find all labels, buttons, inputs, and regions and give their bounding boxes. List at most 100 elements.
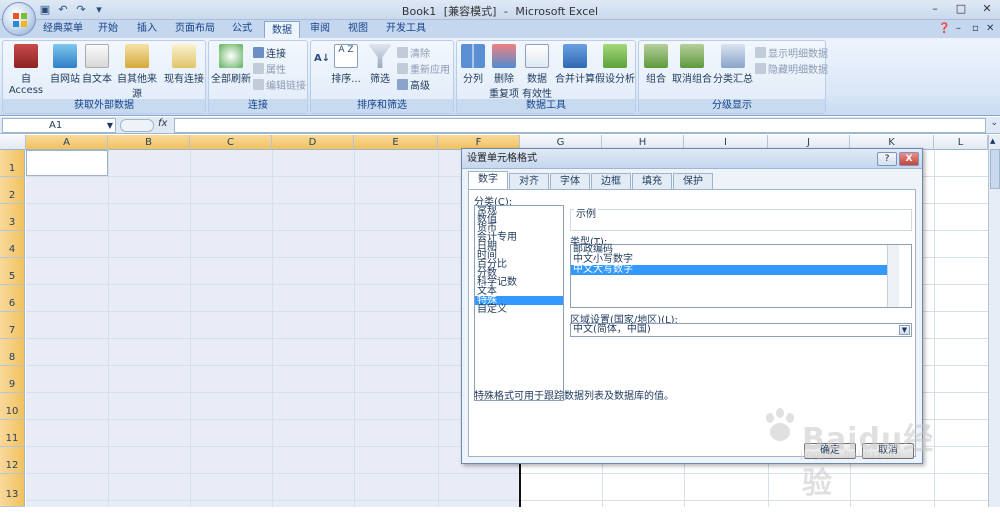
filter-button[interactable]: 筛选 xyxy=(365,44,395,85)
category-item[interactable]: 自定义 xyxy=(475,305,563,315)
text-to-columns-button[interactable]: 分列 xyxy=(459,44,487,85)
tab-home[interactable]: 开始 xyxy=(92,20,124,38)
show-detail-button[interactable]: 显示明细数据 xyxy=(755,45,828,60)
row-header[interactable]: 1 xyxy=(0,150,25,177)
formula-input[interactable] xyxy=(174,118,986,133)
existing-connections-button[interactable]: 现有连接 xyxy=(163,44,205,85)
maximize-icon[interactable]: □ xyxy=(948,1,974,17)
insert-function-icon[interactable]: fx xyxy=(158,118,167,129)
vertical-scrollbar[interactable]: ▲ xyxy=(988,135,1000,507)
select-all-corner[interactable] xyxy=(0,135,26,150)
chevron-down-icon[interactable]: ▼ xyxy=(107,119,113,132)
clear-button[interactable]: 清除 xyxy=(397,45,430,60)
name-box[interactable]: A1 ▼ xyxy=(2,118,116,133)
scrollbar-thumb[interactable] xyxy=(990,149,1000,189)
tab-number[interactable]: 数字 xyxy=(468,171,508,189)
row-header[interactable]: 7 xyxy=(0,312,25,339)
sort-button[interactable]: A Z 排序... xyxy=(331,44,361,85)
data-validation-button[interactable]: 数据 有效性 xyxy=(521,44,553,100)
remove-duplicates-button[interactable]: 删除 重复项 xyxy=(489,44,519,100)
row-header[interactable]: 2 xyxy=(0,177,25,204)
column-header[interactable]: E xyxy=(354,135,438,150)
scroll-up-icon[interactable]: ▲ xyxy=(990,137,995,145)
subtotal-icon xyxy=(721,44,745,68)
dialog-help-button[interactable]: ? xyxy=(877,152,897,166)
from-other-sources-label: 自其他来源 xyxy=(117,74,157,100)
advanced-button[interactable]: 高级 xyxy=(397,77,430,92)
hide-detail-label: 隐藏明细数据 xyxy=(768,65,828,76)
expand-formula-icon[interactable]: ⌄ xyxy=(990,118,998,128)
dialog-title-bar[interactable]: 设置单元格格式 ? X xyxy=(462,149,922,169)
tab-font[interactable]: 字体 xyxy=(550,173,590,189)
tab-insert[interactable]: 插入 xyxy=(131,20,163,38)
row-header[interactable]: 3 xyxy=(0,204,25,231)
sort-label: 排序... xyxy=(331,74,361,85)
row-header[interactable]: 13 xyxy=(0,474,25,507)
row-header[interactable]: 11 xyxy=(0,420,25,447)
tab-data[interactable]: 数据 xyxy=(264,21,300,39)
active-cell[interactable] xyxy=(26,150,108,176)
ribbon-minimize-icon[interactable]: – xyxy=(956,23,961,34)
properties-button[interactable]: 属性 xyxy=(253,61,286,76)
subtotal-button[interactable]: 分类汇总 xyxy=(713,44,753,85)
tab-classic-menu[interactable]: 经典菜单 xyxy=(40,20,86,38)
row-header[interactable]: 4 xyxy=(0,231,25,258)
tab-page-layout[interactable]: 页面布局 xyxy=(170,20,220,38)
ungroup-button[interactable]: 取消组合 xyxy=(671,44,713,85)
group-button[interactable]: 组合 xyxy=(641,44,671,85)
what-if-analysis-button[interactable]: 假设分析 xyxy=(595,44,635,85)
column-header[interactable]: B xyxy=(108,135,190,150)
ribbon-restore-icon[interactable]: ▫ xyxy=(972,23,979,34)
row-header[interactable]: 9 xyxy=(0,366,25,393)
group-data-tools: 分列 删除 重复项 数据 有效性 合并计算 假设分析 数据工具 xyxy=(456,40,636,114)
row-header[interactable]: 5 xyxy=(0,258,25,285)
close-icon[interactable]: ✕ xyxy=(974,1,1000,17)
column-header[interactable]: D xyxy=(272,135,354,150)
hide-detail-button[interactable]: 隐藏明细数据 xyxy=(755,61,828,76)
edit-links-button[interactable]: 编辑链接 xyxy=(253,77,306,92)
minimize-icon[interactable]: – xyxy=(922,1,948,17)
row-header[interactable]: 12 xyxy=(0,447,25,474)
type-item-selected[interactable]: 中文大写数字 xyxy=(571,265,899,275)
office-button[interactable] xyxy=(2,2,36,36)
tab-review[interactable]: 审阅 xyxy=(304,20,336,38)
row-header[interactable]: 10 xyxy=(0,393,25,420)
formula-bar-handle[interactable] xyxy=(120,119,154,132)
dialog-close-button[interactable]: X xyxy=(899,152,919,166)
tab-view[interactable]: 视图 xyxy=(342,20,374,38)
connections-button[interactable]: 连接 xyxy=(253,45,286,60)
tab-protection[interactable]: 保护 xyxy=(673,173,713,189)
refresh-all-button[interactable]: 全部刷新 xyxy=(211,44,251,85)
tab-border[interactable]: 边框 xyxy=(591,173,631,189)
column-header[interactable]: C xyxy=(190,135,272,150)
tab-alignment[interactable]: 对齐 xyxy=(509,173,549,189)
locale-select[interactable]: 中文(简体，中国) ▼ xyxy=(570,323,912,337)
category-list[interactable]: 常规 数值 货币 会计专用 日期 时间 百分比 分数 科学记数 文本 特殊 自定… xyxy=(474,205,564,401)
column-header[interactable]: A xyxy=(26,135,108,150)
split-columns-icon xyxy=(461,44,485,68)
connections-label: 连接 xyxy=(266,49,286,60)
tab-fill[interactable]: 填充 xyxy=(632,173,672,189)
row-header[interactable]: 6 xyxy=(0,285,25,312)
consolidate-icon xyxy=(563,44,587,68)
from-access-button[interactable]: 自 Access xyxy=(5,44,47,96)
paw-icon xyxy=(766,408,794,441)
type-list[interactable]: 邮政编码 中文小写数字 中文大写数字 xyxy=(570,244,912,308)
chevron-down-icon[interactable]: ▼ xyxy=(899,325,910,335)
window-title: Book1 [兼容模式] - Microsoft Excel xyxy=(0,3,1000,19)
sort-ascending-icon[interactable]: A↓ xyxy=(314,53,330,64)
from-text-button[interactable]: 自文本 xyxy=(81,44,113,85)
reapply-button[interactable]: 重新应用 xyxy=(397,61,450,76)
from-web-button[interactable]: 自网站 xyxy=(49,44,81,85)
ungroup-icon xyxy=(680,44,704,68)
ribbon-close-icon[interactable]: ✕ xyxy=(986,23,994,34)
edit-links-icon xyxy=(253,79,264,90)
tab-formulas[interactable]: 公式 xyxy=(226,20,258,38)
help-icon[interactable]: ❓ xyxy=(938,23,950,34)
row-header[interactable]: 8 xyxy=(0,339,25,366)
type-list-scrollbar[interactable] xyxy=(887,245,899,307)
column-header[interactable]: L xyxy=(934,135,988,150)
consolidate-button[interactable]: 合并计算 xyxy=(555,44,595,85)
from-other-sources-button[interactable]: 自其他来源 xyxy=(113,44,161,100)
tab-developer[interactable]: 开发工具 xyxy=(382,20,430,38)
